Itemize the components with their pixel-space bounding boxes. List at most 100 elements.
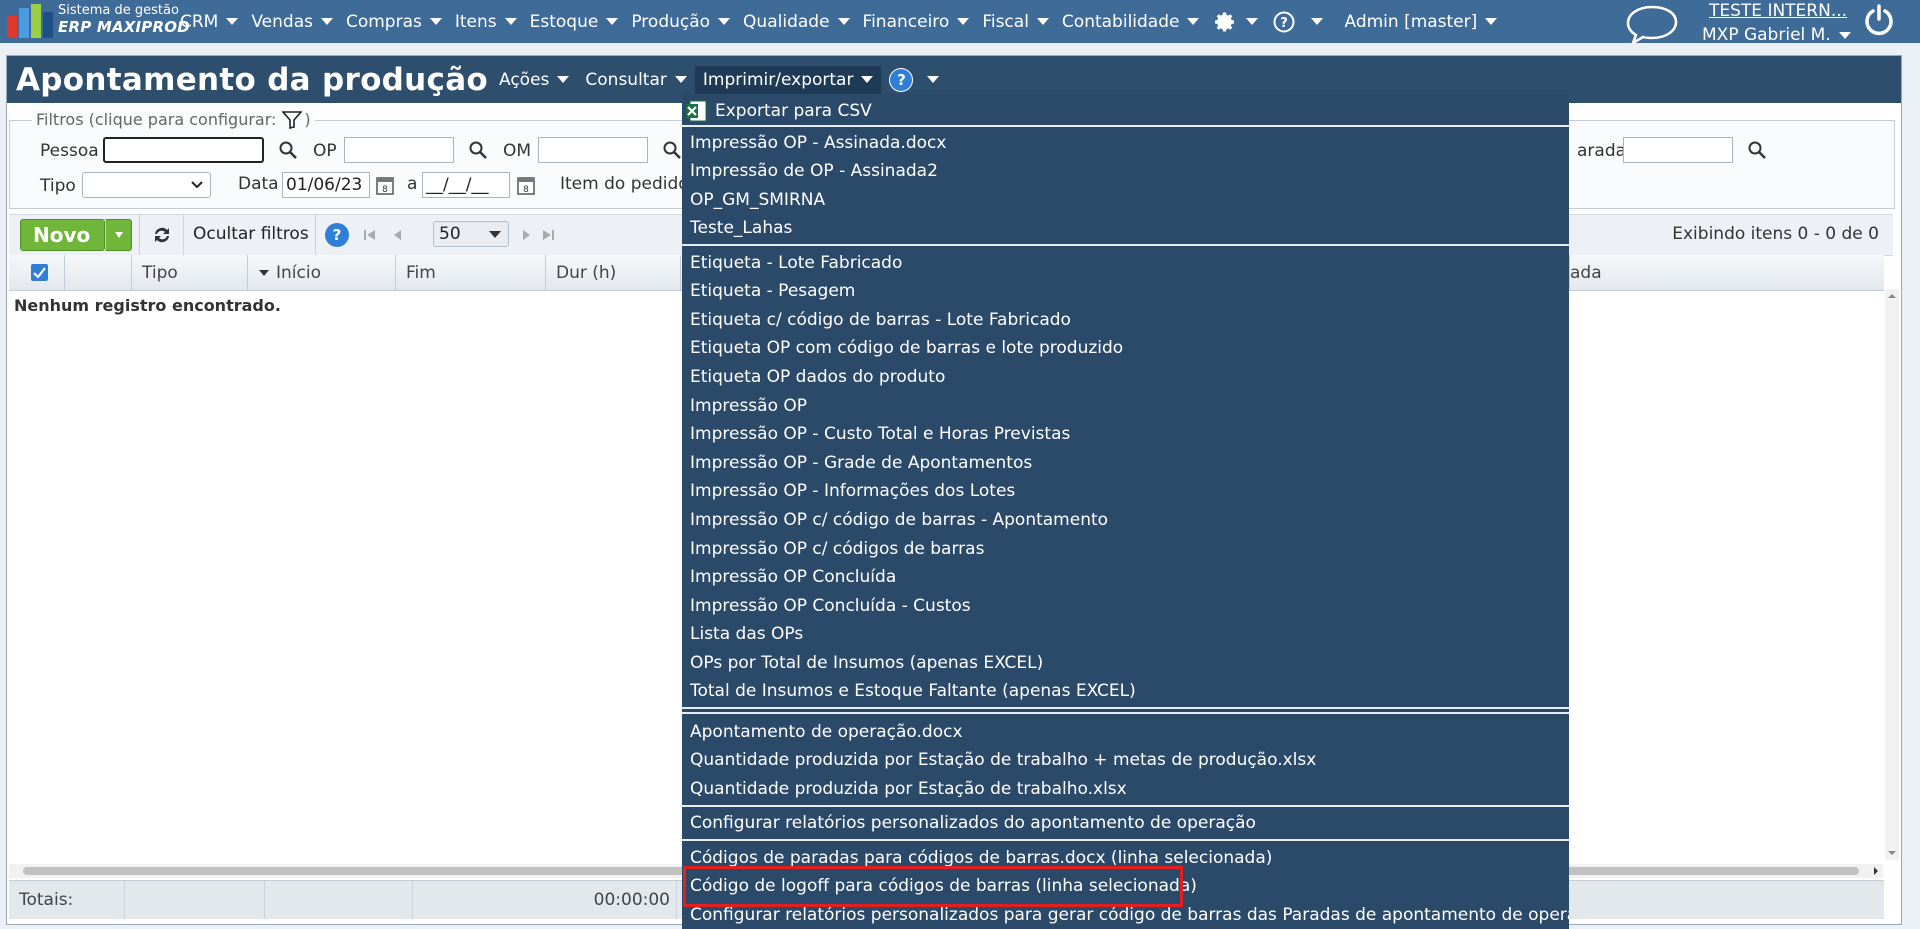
menu-producao[interactable]: Produção: [631, 12, 731, 32]
dropdown-item[interactable]: Etiqueta c/ código de barras - Lote Fabr…: [690, 307, 1071, 333]
dropdown-item[interactable]: Apontamento de operação.docx: [690, 719, 963, 745]
scroll-down-icon[interactable]: [1885, 846, 1899, 860]
menu-vendas-label: Vendas: [251, 11, 313, 32]
dropdown-item[interactable]: Impressão OP - Grade de Apontamentos: [690, 450, 1032, 476]
menu-estoque[interactable]: Estoque: [530, 12, 619, 32]
dropdown-item[interactable]: Teste_Lahas: [690, 215, 792, 241]
page-size-select[interactable]: 50: [433, 221, 509, 247]
column-header-inicio[interactable]: Início: [248, 255, 396, 290]
dropdown-item[interactable]: Impressão de OP - Assinada2: [690, 158, 938, 184]
dropdown-item[interactable]: Quantidade produzida por Estação de trab…: [690, 747, 1316, 773]
user-name: MXP Gabriel M.: [1702, 25, 1831, 45]
hide-filters-button[interactable]: Ocultar filtros: [193, 224, 309, 244]
dropdown-item[interactable]: Impressão OP c/ código de barras - Apont…: [690, 507, 1108, 533]
parada-input[interactable]: [1623, 137, 1733, 163]
prev-page-icon[interactable]: [391, 228, 405, 242]
refresh-icon[interactable]: [151, 225, 173, 245]
scroll-right-icon[interactable]: [1869, 864, 1883, 878]
toolbar-divider: [183, 215, 184, 255]
dropdown-item[interactable]: Impressão OP c/ códigos de barras: [690, 536, 984, 562]
data-from-input[interactable]: 01/06/23: [282, 172, 370, 198]
configure-reports-item[interactable]: Configurar relatórios personalizados do …: [690, 810, 1256, 836]
dropdown-item[interactable]: Impressão OP Concluída: [690, 564, 896, 590]
calendar-icon[interactable]: 8: [517, 175, 535, 195]
power-icon[interactable]: [1862, 3, 1896, 37]
check-icon: [33, 267, 46, 278]
column-header-tipo[interactable]: Tipo: [132, 255, 248, 290]
next-page-icon[interactable]: [519, 228, 533, 242]
calendar-icon[interactable]: 8: [376, 175, 394, 195]
dropdown-item[interactable]: Impressão OP - Informações dos Lotes: [690, 478, 1015, 504]
imprimir-exportar-menu[interactable]: Imprimir/exportar: [694, 65, 882, 94]
menu-vendas[interactable]: Vendas: [251, 12, 333, 32]
op-input[interactable]: [344, 137, 454, 163]
filter-icon[interactable]: [282, 110, 303, 129]
dropdown-item[interactable]: Impressão OP: [690, 393, 807, 419]
highlight-annotation: [683, 866, 1183, 907]
menu-help[interactable]: ?: [1271, 9, 1324, 35]
last-page-icon[interactable]: [541, 228, 555, 242]
new-button[interactable]: Novo: [20, 219, 105, 251]
dropdown-item[interactable]: Etiqueta OP dados do produto: [690, 364, 945, 390]
menu-itens[interactable]: Itens: [455, 12, 517, 32]
menu-financeiro[interactable]: Financeiro: [863, 12, 970, 32]
select-all-checkbox[interactable]: [31, 264, 48, 281]
new-dropdown-button[interactable]: [105, 219, 132, 251]
dropdown-item[interactable]: Quantidade produzida por Estação de trab…: [690, 776, 1127, 802]
main-menu: CRM Vendas Compras Itens Estoque Produçã…: [180, 0, 1510, 43]
consultar-label: Consultar: [585, 69, 667, 90]
help-icon[interactable]: ?: [325, 223, 349, 247]
dropdown-item[interactable]: Etiqueta - Lote Fabricado: [690, 250, 902, 276]
dropdown-item[interactable]: Impressão OP Concluída - Custos: [690, 593, 971, 619]
chat-icon[interactable]: [1624, 4, 1680, 44]
dropdown-item[interactable]: Impressão OP - Assinada.docx: [690, 130, 946, 156]
dropdown-item[interactable]: Lista das OPs: [690, 621, 803, 647]
consultar-menu[interactable]: Consultar: [585, 69, 687, 90]
menu-contabilidade[interactable]: Contabilidade: [1062, 12, 1200, 32]
menu-financeiro-label: Financeiro: [862, 11, 950, 32]
chevron-down-icon: [861, 76, 874, 83]
column-header-parada[interactable]: ada: [1569, 255, 1884, 290]
tipo-select[interactable]: [82, 172, 211, 198]
menu-compras[interactable]: Compras: [346, 12, 442, 32]
menu-qualidade[interactable]: Qualidade: [743, 12, 850, 32]
help-icon: ?: [889, 67, 914, 92]
totals-label: Totais:: [9, 881, 125, 919]
menu-admin[interactable]: Admin [master]: [1344, 12, 1498, 32]
dropdown-item[interactable]: Total de Insumos e Estoque Faltante (ape…: [690, 678, 1136, 704]
select-column-header: [9, 255, 65, 290]
search-icon[interactable]: [278, 140, 298, 160]
data-to-input[interactable]: __/__/__: [422, 172, 510, 198]
menu-fiscal[interactable]: Fiscal: [982, 12, 1049, 32]
dropdown-item[interactable]: Etiqueta OP com código de barras e lote …: [690, 335, 1123, 361]
dropdown-item[interactable]: OP_GM_SMIRNA: [690, 187, 825, 213]
pessoa-input[interactable]: [103, 137, 264, 163]
top-navigation-bar: Sistema de gestão ERP MAXIPROD CRM Venda…: [0, 0, 1920, 45]
acoes-menu[interactable]: Ações: [499, 70, 570, 90]
first-page-icon[interactable]: [363, 228, 377, 242]
dropdown-item[interactable]: OPs por Total de Insumos (apenas EXCEL): [690, 650, 1043, 676]
page-help-menu[interactable]: ?: [889, 67, 940, 92]
chevron-down-icon: [429, 18, 442, 25]
search-icon[interactable]: [468, 140, 488, 160]
scroll-up-icon[interactable]: [1885, 289, 1899, 303]
menu-itens-label: Itens: [454, 11, 497, 32]
vertical-scrollbar[interactable]: [1885, 289, 1899, 860]
company-link[interactable]: TESTE INTERN...: [1709, 1, 1847, 21]
search-icon[interactable]: [1747, 140, 1767, 160]
export-csv-item[interactable]: Exportar para CSV: [682, 96, 1569, 126]
column-header-fim[interactable]: Fim: [396, 255, 546, 290]
menu-crm[interactable]: CRM: [180, 12, 239, 32]
om-input[interactable]: [538, 137, 648, 163]
menu-settings[interactable]: [1212, 9, 1259, 35]
dropdown-item[interactable]: Etiqueta - Pesagem: [690, 278, 855, 304]
search-icon[interactable]: [662, 140, 682, 160]
totals-cell: [125, 881, 265, 919]
menu-divider: [682, 125, 1569, 127]
dropdown-item[interactable]: Impressão OP - Custo Total e Horas Previ…: [690, 421, 1070, 447]
chevron-down-icon: [1036, 18, 1049, 25]
column-header-dur[interactable]: Dur (h): [546, 255, 681, 290]
user-menu[interactable]: MXP Gabriel M.: [1702, 25, 1851, 45]
filters-legend[interactable]: Filtros (clique para configurar: ): [32, 110, 315, 129]
parada-label: arada: [1577, 141, 1627, 161]
